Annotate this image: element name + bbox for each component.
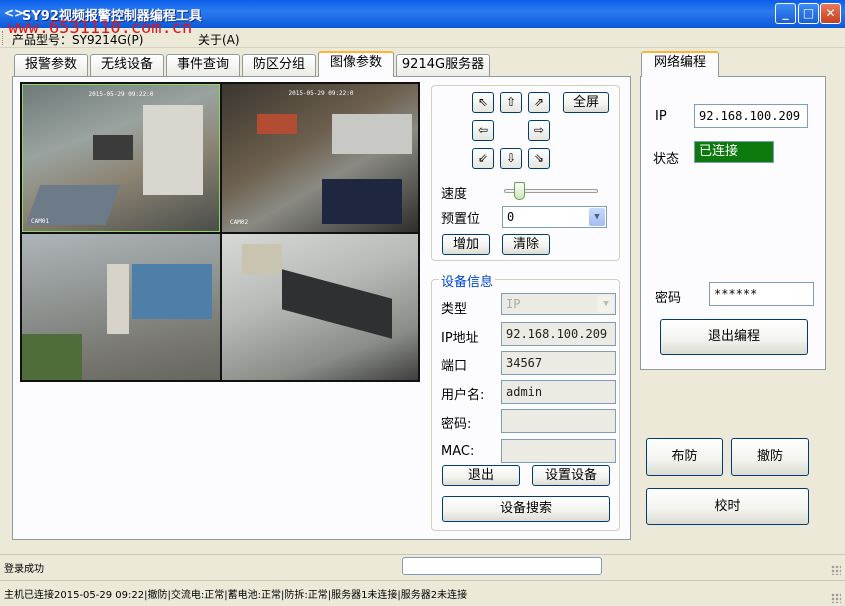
network-password-label: 密码	[655, 291, 682, 306]
cam2-desk	[332, 114, 412, 154]
device-port-label: 端口	[441, 359, 468, 374]
device-port-field[interactable]: 34567	[501, 351, 616, 375]
disarm-button[interactable]: 撤防	[731, 438, 809, 476]
cam3-person	[107, 264, 129, 334]
close-button[interactable]: ✕	[820, 3, 841, 24]
device-info-title: 设备信息	[439, 271, 496, 290]
arrow-up-left-icon: ⇖	[477, 95, 489, 109]
device-password-field[interactable]	[501, 409, 616, 433]
device-password-label: 密码:	[441, 417, 472, 432]
sync-time-button[interactable]: 校时	[646, 488, 809, 525]
camera-view-3[interactable]	[22, 234, 220, 380]
cam2-sofa	[322, 179, 402, 224]
arrow-right-icon: ⇨	[533, 123, 545, 137]
device-ip-label: IP地址	[441, 331, 479, 346]
network-status-badge: 已连接	[694, 141, 774, 163]
cam1-desk	[93, 135, 133, 160]
network-ip-label: IP	[655, 109, 667, 124]
tab-alarm-params[interactable]: 报警参数	[14, 54, 88, 76]
tab-event-query[interactable]: 事件查询	[166, 54, 240, 76]
speed-label: 速度	[441, 187, 468, 202]
cam1-timestamp: 2015-05-29 09:22:0	[88, 91, 154, 98]
ptz-down-left-button[interactable]: ⇙	[472, 148, 494, 169]
preset-label: 预置位	[441, 212, 481, 227]
minimize-button[interactable]: _	[775, 3, 796, 24]
camera-view-4[interactable]	[222, 234, 418, 380]
exit-programming-button[interactable]: 退出编程	[660, 319, 808, 355]
arrow-left-icon: ⇦	[477, 123, 489, 137]
watermark: www.6531110.com.cn	[8, 18, 193, 38]
device-ip-field[interactable]: 92.168.100.209	[501, 322, 616, 346]
device-user-field[interactable]: admin	[501, 380, 616, 404]
chevron-down-icon: ▼	[598, 295, 614, 313]
device-type-label: 类型	[441, 302, 468, 317]
info-status-bar: 主机已连接2015-05-29 09:22|撤防|交流电:正常|蓄电池:正常|防…	[0, 580, 845, 606]
cam3-tree	[22, 334, 82, 380]
network-ip-field[interactable]: 92.168.100.209	[694, 104, 808, 128]
device-mac-field[interactable]	[501, 439, 616, 463]
resize-grip[interactable]	[831, 565, 841, 575]
tab-image-params[interactable]: 图像参数	[318, 51, 394, 77]
video-grid: 2015-05-29 09:22:0 CAM01 2015-05-29 09:2…	[20, 82, 420, 382]
device-user-label: 用户名:	[441, 388, 485, 403]
ptz-up-left-button[interactable]: ⇖	[472, 92, 494, 113]
device-search-button[interactable]: 设备搜索	[442, 496, 610, 522]
ptz-down-button[interactable]: ⇩	[500, 148, 522, 169]
cam2-timestamp: 2015-05-29 09:22:0	[288, 90, 354, 97]
network-status-label: 状态	[653, 152, 680, 167]
tab-9214g-server[interactable]: 9214G服务器	[396, 54, 490, 76]
menu-item-about[interactable]: 关于(A)	[198, 31, 240, 48]
tab-zone-groups[interactable]: 防区分组	[242, 54, 316, 76]
cam3-tricycle	[132, 264, 212, 319]
camera-view-1[interactable]: 2015-05-29 09:22:0 CAM01	[22, 84, 220, 232]
menu-grip	[2, 31, 5, 45]
tab-wireless-devices[interactable]: 无线设备	[90, 54, 164, 76]
device-mac-label: MAC:	[441, 444, 475, 459]
ptz-left-button[interactable]: ⇦	[472, 120, 494, 141]
cam4-desks	[282, 269, 392, 339]
preset-select[interactable]: 0 ▼	[502, 206, 607, 228]
arrow-down-left-icon: ⇙	[477, 151, 489, 165]
ptz-up-button[interactable]: ⇧	[500, 92, 522, 113]
chevron-down-icon[interactable]: ▼	[589, 208, 605, 226]
ptz-up-right-button[interactable]: ⇗	[528, 92, 550, 113]
device-exit-button[interactable]: 退出	[442, 465, 520, 486]
network-password-field[interactable]: ******	[709, 282, 814, 306]
device-type-select: IP ▼	[501, 293, 616, 315]
arm-button[interactable]: 布防	[646, 438, 723, 476]
speed-slider-thumb[interactable]	[514, 182, 525, 200]
device-type-value: IP	[506, 297, 521, 311]
cam2-table	[257, 114, 297, 134]
status-message: 登录成功	[4, 564, 44, 575]
preset-add-button[interactable]: 增加	[442, 234, 490, 255]
arrow-up-icon: ⇧	[505, 95, 517, 109]
arrow-down-icon: ⇩	[505, 151, 517, 165]
ptz-right-button[interactable]: ⇨	[528, 120, 550, 141]
fullscreen-button[interactable]: 全屏	[563, 92, 609, 113]
ptz-down-right-button[interactable]: ⇘	[528, 148, 550, 169]
cam4-cabinet	[242, 244, 282, 274]
device-setup-button[interactable]: 设置设备	[532, 465, 610, 486]
status-bar: 登录成功	[0, 554, 845, 578]
host-status-info: 主机已连接2015-05-29 09:22|撤防|交流电:正常|蓄电池:正常|防…	[4, 590, 468, 601]
cam1-wall	[143, 105, 203, 195]
cam1-label: CAM01	[31, 218, 50, 225]
cam2-label: CAM02	[230, 219, 249, 226]
arrow-down-right-icon: ⇘	[533, 151, 545, 165]
tab-network-programming[interactable]: 网络编程	[641, 51, 719, 77]
camera-view-2[interactable]: 2015-05-29 09:22:0 CAM02	[222, 84, 418, 232]
progress-bar	[402, 557, 602, 575]
resize-grip[interactable]	[831, 593, 841, 603]
maximize-button[interactable]: □	[798, 3, 819, 24]
arrow-up-right-icon: ⇗	[533, 95, 545, 109]
preset-clear-button[interactable]: 清除	[502, 234, 550, 255]
preset-select-value: 0	[507, 210, 515, 224]
